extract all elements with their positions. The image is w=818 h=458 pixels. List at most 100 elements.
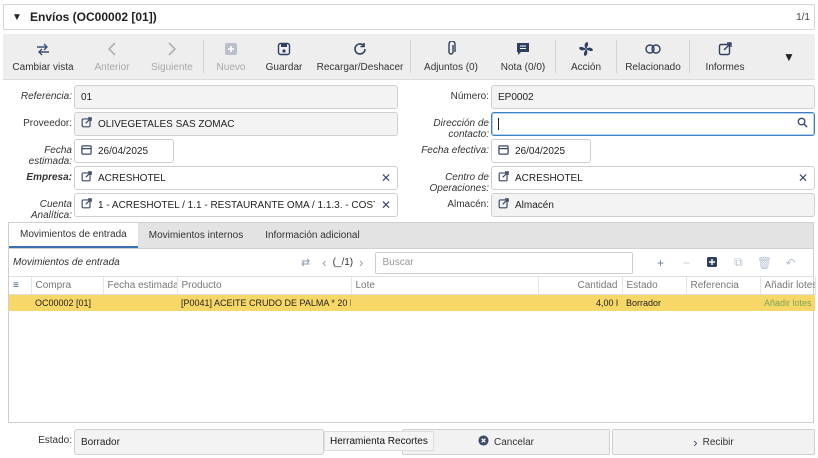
numero-label: Número: [450, 91, 489, 102]
column-header[interactable]: Añadir lotes [760, 277, 816, 295]
remove-icon[interactable]: − [673, 256, 699, 270]
estado-label: Estado: [38, 435, 72, 446]
tab-movimientos-internos[interactable]: Movimientos internos [138, 223, 254, 248]
centro-operaciones-label: Centro de Operaciones: [429, 172, 489, 194]
delete-icon[interactable]: 🗑 [751, 256, 777, 270]
chevron-right-icon [166, 41, 178, 57]
page-title: Envíos (OC00002 [01]) [30, 10, 157, 24]
column-header[interactable]: Producto [177, 277, 352, 295]
record-pager: 1/1 [796, 11, 810, 23]
reload-icon [353, 41, 367, 57]
proveedor-field[interactable]: OLIVEGETALES SAS ZOMAC [74, 112, 398, 136]
grid-search-input[interactable]: Buscar [375, 251, 634, 274]
more-menu-caret-icon[interactable]: ▼ [763, 34, 815, 79]
note-icon [516, 41, 530, 57]
open-record-icon[interactable] [498, 171, 509, 185]
fan-icon [578, 41, 594, 57]
chevron-right-icon[interactable]: › [353, 255, 369, 270]
moves-table: ≡ Compra Fecha estimada Producto Lote Ca… [9, 277, 816, 311]
add-icon[interactable]: + [647, 256, 673, 270]
tooltip: Herramienta Recortes [324, 431, 434, 451]
undo-icon[interactable]: ↶ [777, 256, 803, 270]
save-icon [277, 41, 291, 57]
swap-arrows-icon [35, 41, 51, 57]
chevron-left-icon [106, 41, 118, 57]
tab-informacion-adicional[interactable]: Información adicional [254, 223, 371, 248]
column-header[interactable]: Compra [31, 277, 104, 295]
open-record-icon[interactable] [498, 198, 509, 212]
direccion-label: Dirección de contacto: [433, 118, 489, 140]
almacen-field[interactable]: Almacén [491, 193, 815, 217]
almacen-label: Almacén: [447, 199, 489, 210]
referencia-field[interactable]: 01 [74, 85, 398, 109]
add-record-icon[interactable] [699, 256, 725, 270]
cell-referencia [686, 294, 760, 311]
main-toolbar: Cambiar vista Anterior Siguiente Nuevo G… [3, 34, 815, 80]
plus-square-icon [224, 41, 238, 57]
chevron-right-icon: › [693, 434, 698, 450]
text-cursor [498, 118, 499, 130]
cancel-icon [478, 435, 489, 449]
cell-estado: Borrador [622, 294, 686, 311]
grid-title: Movimientos de entrada [13, 257, 120, 268]
attachments-button[interactable]: Adjuntos (0) [411, 34, 491, 79]
action-button[interactable]: Acción [556, 34, 616, 79]
cell-cantidad: 4,00 l [538, 294, 622, 311]
column-header[interactable]: Referencia [686, 277, 761, 295]
fecha-efectiva-label: Fecha efectiva: [421, 145, 489, 156]
empresa-field[interactable]: ACRESHOTEL ✕ [74, 166, 398, 190]
open-record-icon[interactable] [81, 198, 92, 212]
grid-toolbar: Movimientos de entrada ⇄ ‹ (_/1) › Busca… [9, 249, 813, 277]
fecha-efectiva-field[interactable]: 26/04/2025 [491, 139, 591, 163]
column-header[interactable]: Lote [351, 277, 539, 295]
centro-operaciones-field[interactable]: ACRESHOTEL ✕ [491, 166, 815, 190]
column-menu-icon[interactable]: ≡ [9, 277, 32, 295]
switch-view-icon[interactable]: ⇄ [295, 256, 316, 269]
open-record-icon[interactable] [81, 117, 92, 131]
open-record-icon[interactable] [81, 171, 92, 185]
reports-button[interactable]: Informes [690, 34, 760, 79]
next-button[interactable]: Siguiente [141, 34, 203, 79]
receive-button[interactable]: › Recibir [612, 429, 815, 455]
table-row[interactable]: OC00002 [01] [P0041] ACEITE CRUDO DE PAL… [9, 294, 815, 311]
moves-panel: Movimientos de entrada Movimientos inter… [8, 222, 816, 423]
direccion-contacto-input[interactable] [491, 112, 815, 136]
clear-icon[interactable]: ✕ [381, 171, 391, 185]
collapse-caret-icon[interactable]: ▼ [4, 12, 30, 23]
cell-fecha [103, 294, 177, 311]
column-header[interactable]: Cantidad [538, 277, 623, 295]
cuenta-analitica-field[interactable]: 1 - ACRESHOTEL / 1.1 - RESTAURANTE OMA /… [74, 193, 398, 217]
save-button[interactable]: Guardar [258, 34, 310, 79]
change-view-button[interactable]: Cambiar vista [3, 34, 83, 79]
empresa-label: Empresa: [26, 172, 72, 183]
open-record-icon[interactable]: ⧉ [725, 255, 751, 270]
add-lots-link[interactable]: Añadir lotes [760, 294, 815, 311]
reload-undo-button[interactable]: Recargar/Deshacer [310, 34, 410, 79]
note-button[interactable]: Nota (0/0) [491, 34, 555, 79]
cuenta-analitica-label: Cuenta Analítica: [30, 199, 72, 221]
previous-button[interactable]: Anterior [83, 34, 141, 79]
external-link-icon [718, 41, 732, 57]
cell-compra: OC00002 [01] [31, 294, 103, 311]
fecha-estimada-field[interactable]: 26/04/2025 [74, 139, 174, 163]
grid-pager: (_/1) [332, 257, 354, 268]
related-button[interactable]: Relacionado [617, 34, 689, 79]
fecha-estimada-label: Fecha estimada: [28, 145, 72, 167]
estado-field: Borrador [74, 429, 324, 455]
calendar-icon[interactable] [498, 144, 509, 158]
numero-field: EP0002 [491, 85, 815, 109]
clear-icon[interactable]: ✕ [798, 171, 808, 185]
paperclip-icon [445, 40, 457, 57]
link-icon [645, 41, 661, 57]
tab-movimientos-entrada[interactable]: Movimientos de entrada [9, 223, 138, 248]
search-icon[interactable] [797, 117, 808, 131]
calendar-icon[interactable] [81, 144, 92, 158]
column-header[interactable]: Fecha estimada [103, 277, 178, 295]
cell-producto: [P0041] ACEITE CRUDO DE PALMA * 20 LT FR [177, 294, 351, 311]
column-header[interactable]: Estado [622, 277, 687, 295]
record-title-bar: ▼ Envíos (OC00002 [01]) 1/1 [3, 4, 815, 30]
new-button[interactable]: Nuevo [204, 34, 258, 79]
tab-bar: Movimientos de entrada Movimientos inter… [9, 223, 813, 249]
chevron-left-icon[interactable]: ‹ [316, 255, 332, 270]
clear-icon[interactable]: ✕ [381, 198, 391, 212]
